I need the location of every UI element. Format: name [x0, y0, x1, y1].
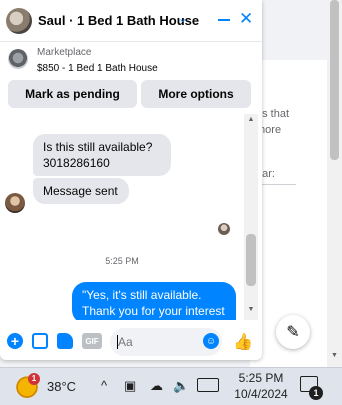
- message-bubble: Is this still available? 3018286160: [33, 134, 171, 176]
- message-bubble-outgoing: "Yes, it's still available. Thank you fo…: [72, 282, 236, 320]
- listing-kind: Marketplace: [37, 47, 92, 58]
- message-timestamp: 5:25 PM: [105, 256, 139, 266]
- seen-indicator-avatar: [218, 223, 230, 235]
- sender-avatar: [5, 193, 25, 213]
- page-scroll-down-arrow[interactable]: ▼: [330, 352, 339, 359]
- message-composer: + GIF ☺ 👍: [0, 322, 262, 360]
- clock-date[interactable]: 10/4/2024: [231, 387, 291, 401]
- volume-icon[interactable]: 🔈: [173, 379, 189, 393]
- chat-window: Saul · 1 Bed 1 Bath House ⌄ ✕ Marketplac…: [0, 0, 262, 360]
- minimize-icon[interactable]: [218, 19, 230, 21]
- photo-icon[interactable]: [32, 333, 48, 349]
- message-text: Is this still available?: [43, 140, 153, 154]
- temperature[interactable]: 38°C: [47, 379, 76, 394]
- gif-icon[interactable]: GIF: [82, 333, 102, 349]
- contact-avatar[interactable]: [6, 8, 32, 34]
- weather-alert-badge: 1: [28, 373, 40, 385]
- chevron-down-icon[interactable]: ⌄: [178, 12, 187, 25]
- new-message-button[interactable]: ✎: [276, 315, 310, 349]
- contact-name[interactable]: Saul · 1 Bed 1 Bath House: [38, 13, 199, 28]
- emoji-icon[interactable]: ☺: [203, 333, 219, 349]
- cloud-icon[interactable]: ☁: [150, 379, 163, 393]
- message-list: Is this still available? 3018286160 Mess…: [0, 114, 244, 320]
- chat-header: Saul · 1 Bed 1 Bath House ⌄ ✕: [0, 0, 262, 42]
- windows-taskbar: 1 38°C ^ ▣ ☁ 🔈 5:25 PM 10/4/2024 1: [0, 367, 342, 405]
- like-icon[interactable]: 👍: [233, 333, 253, 351]
- chat-scrollbar[interactable]: [244, 114, 258, 320]
- clock-time[interactable]: 5:25 PM: [234, 371, 288, 385]
- text-caret: [117, 335, 118, 349]
- page-scrollbar-thumb[interactable]: [330, 0, 339, 160]
- sticker-icon[interactable]: [57, 333, 73, 349]
- listing-title: $850 - 1 Bed 1 Bath House: [37, 63, 158, 74]
- camera-icon[interactable]: ▣: [124, 379, 136, 393]
- message-text: 3018286160: [43, 156, 110, 170]
- plus-icon[interactable]: +: [7, 333, 23, 349]
- show-hidden-icons-chevron-icon[interactable]: ^: [101, 379, 107, 393]
- mark-as-pending-button[interactable]: Mark as pending: [8, 80, 137, 108]
- listing-summary[interactable]: Marketplace $850 - 1 Bed 1 Bath House: [0, 42, 262, 78]
- chat-scroll-down-arrow[interactable]: ▼: [246, 306, 256, 313]
- more-options-button[interactable]: More options: [141, 80, 251, 108]
- background-divider: [256, 184, 296, 185]
- notification-count-badge: 1: [309, 386, 323, 400]
- chat-scrollbar-thumb[interactable]: [246, 234, 256, 286]
- keyboard-icon[interactable]: [197, 378, 219, 392]
- listing-thumbnail: [8, 49, 28, 69]
- close-icon[interactable]: ✕: [239, 9, 253, 29]
- chat-scroll-up-arrow[interactable]: ▲: [246, 116, 256, 123]
- message-bubble: Message sent: [33, 178, 129, 204]
